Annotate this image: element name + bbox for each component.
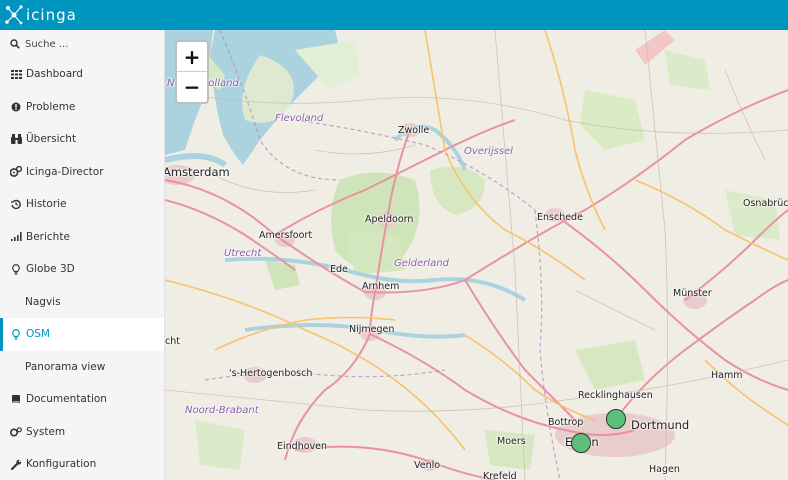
search-icon bbox=[10, 39, 20, 49]
province-label: Overijssel bbox=[464, 146, 513, 157]
city-label: Nijmegen bbox=[349, 324, 395, 335]
settings-icon bbox=[10, 426, 22, 438]
city-label: Amersfoort bbox=[259, 230, 313, 241]
nav-label: Historie bbox=[26, 198, 67, 211]
province-label: Gelderland bbox=[394, 258, 449, 269]
nav-label: Berichte bbox=[26, 230, 70, 243]
city-label: Enschede bbox=[537, 212, 583, 223]
nav-label: Icinga-Director bbox=[26, 165, 104, 178]
bulb-icon bbox=[10, 328, 22, 340]
sidebar: Dashboard Probleme Übersicht Icinga-Dire… bbox=[0, 30, 165, 480]
search-input[interactable] bbox=[25, 38, 145, 50]
bulb-icon bbox=[10, 263, 22, 275]
nav-item-nagvis[interactable]: Nagvis bbox=[0, 286, 164, 319]
osm-map[interactable]: Noord-Holland Flevoland Overijssel Gelde… bbox=[165, 30, 788, 480]
zoom-out-button[interactable]: − bbox=[177, 72, 207, 102]
history-icon bbox=[10, 198, 22, 210]
city-label: Bottrop bbox=[548, 417, 584, 428]
city-label: Arnhem bbox=[362, 281, 400, 292]
province-label: Noord-Brabant bbox=[185, 405, 259, 416]
nav-label: OSM bbox=[26, 328, 50, 341]
city-label: Dortmund bbox=[631, 418, 690, 432]
city-label: Krefeld bbox=[483, 471, 517, 480]
nav-label: Panorama view bbox=[25, 360, 106, 373]
city-label: Osnabrück bbox=[743, 198, 788, 209]
book-icon bbox=[10, 393, 22, 405]
nav-item-probleme[interactable]: Probleme bbox=[0, 91, 164, 124]
city-label: Münster bbox=[673, 288, 712, 299]
nav-item-panorama-view[interactable]: Panorama view bbox=[0, 351, 164, 384]
zoom-in-button[interactable]: + bbox=[177, 42, 207, 72]
province-label: Flevoland bbox=[275, 113, 324, 124]
app-header: icinga bbox=[0, 0, 788, 30]
city-label: Ede bbox=[330, 264, 348, 275]
city-label: Hagen bbox=[649, 464, 680, 475]
grid-icon bbox=[10, 68, 22, 80]
alert-icon bbox=[10, 101, 22, 113]
cogs-icon bbox=[10, 166, 22, 178]
search-row bbox=[0, 30, 164, 58]
nav-item-uebersicht[interactable]: Übersicht bbox=[0, 123, 164, 156]
host-marker[interactable] bbox=[606, 409, 626, 429]
nav-item-documentation[interactable]: Documentation bbox=[0, 383, 164, 416]
nav-label: Konfiguration bbox=[26, 458, 97, 471]
brand-text: icinga bbox=[26, 6, 77, 24]
city-label: 's-Hertogenbosch bbox=[229, 368, 313, 379]
nav-item-system[interactable]: System bbox=[0, 416, 164, 449]
nav-label: Übersicht bbox=[26, 133, 77, 146]
city-label: Hamm bbox=[711, 370, 743, 381]
nav-item-berichte[interactable]: Berichte bbox=[0, 221, 164, 254]
nav-item-dashboard[interactable]: Dashboard bbox=[0, 58, 164, 91]
host-marker[interactable] bbox=[571, 433, 591, 453]
nav-item-globe-3d[interactable]: Globe 3D bbox=[0, 253, 164, 286]
nav-label: System bbox=[26, 425, 66, 438]
nav-item-osm[interactable]: OSM bbox=[0, 318, 164, 351]
nav-label: Globe 3D bbox=[26, 263, 75, 276]
province-label: Utrecht bbox=[224, 248, 262, 259]
city-label: Venlo bbox=[414, 460, 441, 471]
binoculars-icon bbox=[10, 133, 22, 145]
wrench-icon bbox=[10, 458, 22, 470]
nav-label: Dashboard bbox=[26, 68, 83, 81]
nav-label: Nagvis bbox=[25, 295, 61, 308]
city-label: Moers bbox=[497, 436, 526, 447]
city-label: cht bbox=[165, 336, 180, 347]
logo-icon bbox=[5, 5, 23, 25]
city-label: Eindhoven bbox=[277, 441, 328, 452]
nav-label: Probleme bbox=[26, 100, 76, 113]
nav-item-konfiguration[interactable]: Konfiguration bbox=[0, 448, 164, 480]
nav-item-icinga-director[interactable]: Icinga-Director bbox=[0, 156, 164, 189]
city-label: Amsterdam bbox=[165, 165, 230, 179]
nav-item-historie[interactable]: Historie bbox=[0, 188, 164, 221]
city-label: Apeldoorn bbox=[365, 214, 414, 225]
city-label: Recklinghausen bbox=[578, 390, 653, 401]
city-label: Zwolle bbox=[398, 125, 430, 136]
bar-chart-icon bbox=[10, 231, 22, 243]
nav-label: Documentation bbox=[26, 393, 107, 406]
icinga-logo[interactable]: icinga bbox=[4, 3, 77, 27]
zoom-control: + − bbox=[175, 40, 209, 104]
